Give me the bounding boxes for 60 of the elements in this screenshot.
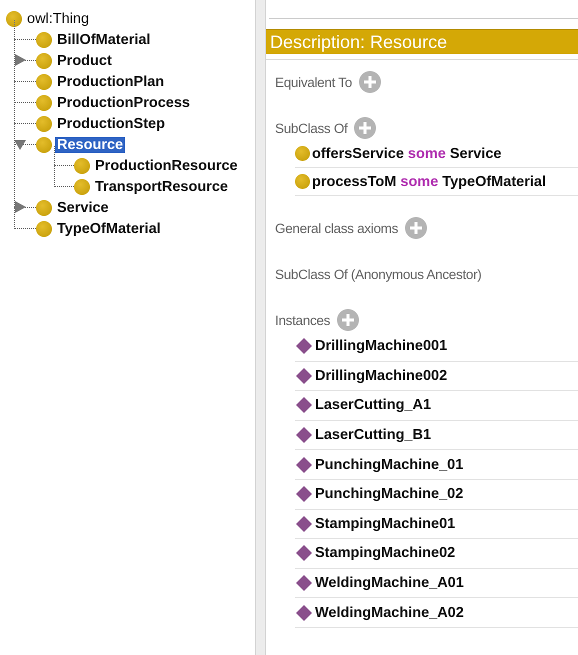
expanded-arrow-icon[interactable] — [14, 138, 27, 151]
instance-item[interactable]: StampingMachine01 — [315, 516, 456, 532]
class-icon — [6, 10, 22, 26]
class-tree-item[interactable]: Service — [55, 200, 111, 216]
class-tree-item[interactable]: ProductionResource — [93, 158, 240, 174]
individual-icon — [295, 456, 313, 474]
class-icon — [295, 146, 310, 161]
class-tree-item[interactable]: Resource — [55, 136, 126, 152]
individual-icon — [295, 514, 313, 533]
class-tree-item[interactable]: Product — [55, 52, 114, 68]
individual-icon — [295, 604, 313, 622]
section-label: Instances — [275, 312, 330, 328]
splitter[interactable] — [255, 0, 266, 655]
instance-item[interactable]: LaserCutting_A1 — [315, 397, 432, 414]
class-icon — [295, 174, 310, 189]
instance-item[interactable]: PunchingMachine_02 — [315, 486, 464, 502]
class-icon — [36, 116, 52, 132]
class-icon — [74, 158, 90, 174]
individual-icon — [295, 485, 313, 504]
class-icon — [74, 178, 90, 194]
add-icon[interactable] — [404, 216, 428, 240]
instance-item[interactable]: WeldingMachine_A02 — [315, 604, 464, 621]
class-tree-item[interactable]: ProductionStep — [55, 116, 167, 132]
collapsed-arrow-icon[interactable] — [14, 54, 27, 67]
instance-item[interactable]: WeldingMachine_A01 — [315, 575, 464, 592]
individual-icon — [295, 544, 313, 562]
class-icon — [36, 220, 52, 236]
add-icon[interactable] — [336, 308, 360, 332]
add-icon[interactable] — [358, 70, 382, 94]
class-icon — [36, 32, 52, 48]
class-icon — [36, 200, 52, 216]
section-label: SubClass Of (Anonymous Ancestor) — [275, 266, 482, 282]
add-icon[interactable] — [353, 116, 378, 140]
class-icon — [36, 74, 52, 90]
collapsed-arrow-icon[interactable] — [14, 201, 27, 214]
class-tree-item[interactable]: ProductionPlan — [55, 74, 166, 90]
section-label: General class axioms — [275, 220, 398, 236]
description-header: Description: Resource — [266, 29, 578, 54]
instance-item[interactable]: LaserCutting_B1 — [315, 427, 432, 444]
instance-item[interactable]: StampingMachine02 — [315, 545, 456, 562]
class-tree-item[interactable]: BillOfMaterial — [55, 32, 152, 48]
section-label: SubClass Of — [275, 120, 348, 136]
class-icon — [36, 94, 52, 110]
class-tree-item[interactable]: owl:Thing — [25, 10, 92, 26]
class-expression: processToM some TypeOfMaterial — [312, 174, 546, 190]
class-expression: offersService some Service — [312, 146, 502, 162]
individual-icon — [295, 366, 313, 385]
instance-item[interactable]: PunchingMachine_01 — [315, 456, 464, 473]
individual-icon — [295, 337, 313, 356]
class-tree-item[interactable]: TypeOfMaterial — [55, 220, 163, 236]
instance-item[interactable]: DrillingMachine001 — [315, 338, 448, 354]
class-tree-item[interactable]: ProductionProcess — [55, 94, 192, 110]
instance-item[interactable]: DrillingMachine002 — [315, 368, 448, 384]
individual-icon — [295, 574, 313, 592]
individual-icon — [295, 396, 313, 414]
class-tree-item[interactable]: TransportResource — [93, 178, 230, 194]
class-icon — [36, 136, 52, 152]
individual-icon — [295, 426, 313, 444]
section-label: Equivalent To — [275, 74, 352, 90]
class-icon — [36, 52, 52, 68]
